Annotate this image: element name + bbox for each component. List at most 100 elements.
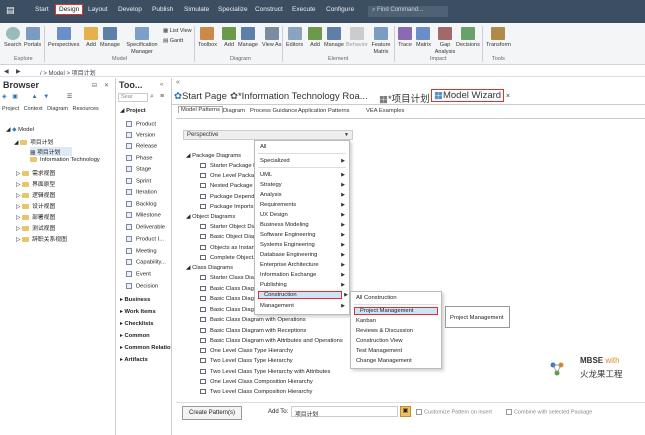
tab-vea-examples[interactable]: VEA Examples [366, 108, 404, 114]
pattern-item[interactable]: Basic Object Diag... [200, 234, 261, 240]
toolbox-item[interactable]: Event [126, 271, 151, 278]
menu-start[interactable]: Start [35, 6, 49, 13]
toolbox-item[interactable]: Capability... [126, 259, 166, 266]
pattern-item[interactable]: Two Level Class Composition Hierarchy [200, 389, 312, 395]
menu-publish[interactable]: Publish [152, 6, 173, 13]
tab-process-guidance[interactable]: Process Guidance [250, 108, 297, 114]
toolbox-item[interactable]: Product I... [126, 236, 164, 243]
tab-project-plan[interactable]: ▦*项目计划 [379, 91, 430, 105]
menu-item-reviews-discussion[interactable]: Reviews & Discussion [351, 328, 441, 334]
pattern-item[interactable]: Basic Class Diagram with Operations [200, 317, 306, 323]
menu-develop[interactable]: Develop [118, 6, 142, 13]
menu-item-strategy[interactable]: Strategy ▶ [255, 182, 349, 188]
transform-button[interactable]: Transform [486, 27, 511, 48]
tab-project[interactable]: Project [2, 106, 19, 112]
toolbox-item[interactable]: Iteration [126, 189, 157, 196]
menu-item-ux-design[interactable]: UX Design ▶ [255, 212, 349, 218]
toolbox-section-common-relationships[interactable]: ▸ Common Relatio [120, 345, 171, 351]
menu-item-project-management[interactable]: Project Management [354, 307, 438, 315]
toolbox-item[interactable]: Release [126, 143, 157, 150]
move-down-icon[interactable]: ▼ [43, 94, 49, 100]
menu-execute[interactable]: Execute [292, 6, 316, 13]
menu-item-analysis[interactable]: Analysis ▶ [255, 192, 349, 198]
search-icon[interactable]: ⌕ [150, 93, 154, 101]
pattern-item[interactable]: Two Level Class Type Hierarchy with Attr… [200, 369, 330, 375]
pattern-item[interactable]: One Level Class Type Hierarchy [200, 348, 293, 354]
toolbox-item[interactable]: Product [126, 121, 156, 128]
add-to-field[interactable]: 项目计划 [291, 406, 398, 418]
menu-item-business-modeling[interactable]: Business Modeling ▶ [255, 222, 349, 228]
specification-manager-button[interactable]: Specification Manager [125, 27, 159, 56]
add-model-button[interactable]: Add [84, 27, 98, 48]
pattern-section[interactable]: ◢ Object Diagrams [186, 214, 235, 220]
expand-panels-icon[interactable]: « [176, 79, 180, 86]
gap-analysis-button[interactable]: Gap Analysis [434, 27, 456, 56]
menu-item-test-management[interactable]: Test Management [351, 348, 441, 354]
perspective-dropdown[interactable]: Perspective ▼ [183, 130, 353, 140]
menu-item-all-construction[interactable]: All Construction [351, 295, 441, 301]
combine-checkbox[interactable]: Combine with selected Package [506, 409, 592, 415]
tab-diagram[interactable]: Diagram [223, 108, 245, 114]
toolbox-item[interactable]: Phase [126, 155, 152, 162]
pattern-section[interactable]: ◢ Class Diagrams [186, 265, 233, 271]
move-up-icon[interactable]: ▲ [32, 94, 38, 100]
menu-item-systems-engineering[interactable]: Systems Engineering ▶ [255, 242, 349, 248]
tree-item[interactable]: ▷ 逻辑视图 [16, 190, 55, 199]
pattern-item[interactable]: Package Imports [200, 204, 254, 210]
tree-item[interactable]: ◢ ◆ Model [6, 127, 34, 133]
tab-diagram[interactable]: Diagram [47, 106, 68, 112]
browse-folder-icon[interactable]: ▣ [400, 406, 411, 417]
menu-icon[interactable]: ≡ [160, 93, 164, 100]
menu-item-publishing[interactable]: Publishing ▶ [255, 282, 349, 288]
tab-model-wizard[interactable]: ▦Model Wizard [431, 89, 505, 102]
toolbox-section-checklists[interactable]: ▸ Checklists [120, 321, 154, 327]
tab-start-page[interactable]: ✿Start Page [174, 91, 227, 102]
manage-model-button[interactable]: Manage [100, 27, 120, 48]
perspectives-button[interactable]: Perspectives [48, 27, 80, 48]
tab-information-technology[interactable]: ✿*Information Technology Roa... [230, 91, 368, 102]
pattern-section[interactable]: ◢ Package Diagrams [186, 153, 241, 159]
search-button[interactable]: Search [4, 27, 21, 48]
pattern-item[interactable]: Complete Object... [200, 255, 258, 261]
list-view-button[interactable]: ▦ List View [163, 28, 192, 34]
tab-application-patterns[interactable]: Application Patterns [298, 108, 350, 114]
tree-item[interactable]: ▦ 项目计划 [30, 147, 73, 156]
toolbox-item[interactable]: Sprint [126, 178, 151, 185]
pin-icon[interactable]: ⊟ [92, 82, 97, 89]
tab-resources[interactable]: Resources [72, 106, 98, 112]
pattern-item[interactable]: Two Level Class Type Hierarchy [200, 358, 293, 364]
manage-diagram-button[interactable]: Manage [238, 27, 258, 48]
trace-button[interactable]: Trace [398, 27, 412, 48]
close-icon[interactable]: ✕ [104, 82, 109, 89]
menu-simulate[interactable]: Simulate [184, 6, 209, 13]
gantt-button[interactable]: ▤ Gantt [163, 38, 183, 44]
add-element-button[interactable]: Add [308, 27, 322, 48]
create-patterns-button[interactable]: Create Pattern(s) [182, 406, 243, 420]
tree-item[interactable]: ▷ 界面原型 [16, 179, 55, 188]
toolbox-item[interactable]: Backlog [126, 201, 157, 208]
menu-item-kanban[interactable]: Kanban [351, 318, 441, 324]
view-as-button[interactable]: View As [262, 27, 281, 48]
feature-matrix-button[interactable]: Feature Matrix [370, 27, 392, 56]
menu-item-construction-view[interactable]: Construction View [351, 338, 441, 344]
pattern-item[interactable]: Basic Class Diagram with Attributes and … [200, 338, 343, 344]
forward-icon[interactable]: ▶ [16, 68, 21, 75]
menu-icon[interactable]: ☰ [67, 94, 72, 100]
menu-item-management[interactable]: Management ▶ [255, 303, 349, 309]
close-tab-icon[interactable]: × [506, 93, 510, 100]
menu-layout[interactable]: Layout [88, 6, 108, 13]
toolbox-section-artifacts[interactable]: ▸ Artifacts [120, 357, 148, 363]
tree-item[interactable]: Information Technology [30, 157, 100, 163]
behavior-button[interactable]: Behavior [346, 27, 368, 48]
back-icon[interactable]: ◀ [4, 68, 9, 75]
menu-specialize[interactable]: Specialize [218, 6, 248, 13]
pattern-item[interactable]: One Level Class Composition Hierarchy [200, 379, 313, 385]
portals-button[interactable]: Portals [24, 27, 41, 48]
tree-item[interactable]: ▷ 需求视图 [16, 168, 55, 177]
menu-item-software-engineering[interactable]: Software Engineering ▶ [255, 232, 349, 238]
toolbox-item[interactable]: Milestone [126, 212, 161, 219]
menu-item-enterprise-architecture[interactable]: Enterprise Architecture ▶ [255, 262, 349, 268]
command-search[interactable]: ⌕ Find Command... [368, 6, 448, 17]
menu-item-construction[interactable]: Construction ▶ [258, 291, 348, 299]
add-diagram-button[interactable]: Add [222, 27, 236, 48]
